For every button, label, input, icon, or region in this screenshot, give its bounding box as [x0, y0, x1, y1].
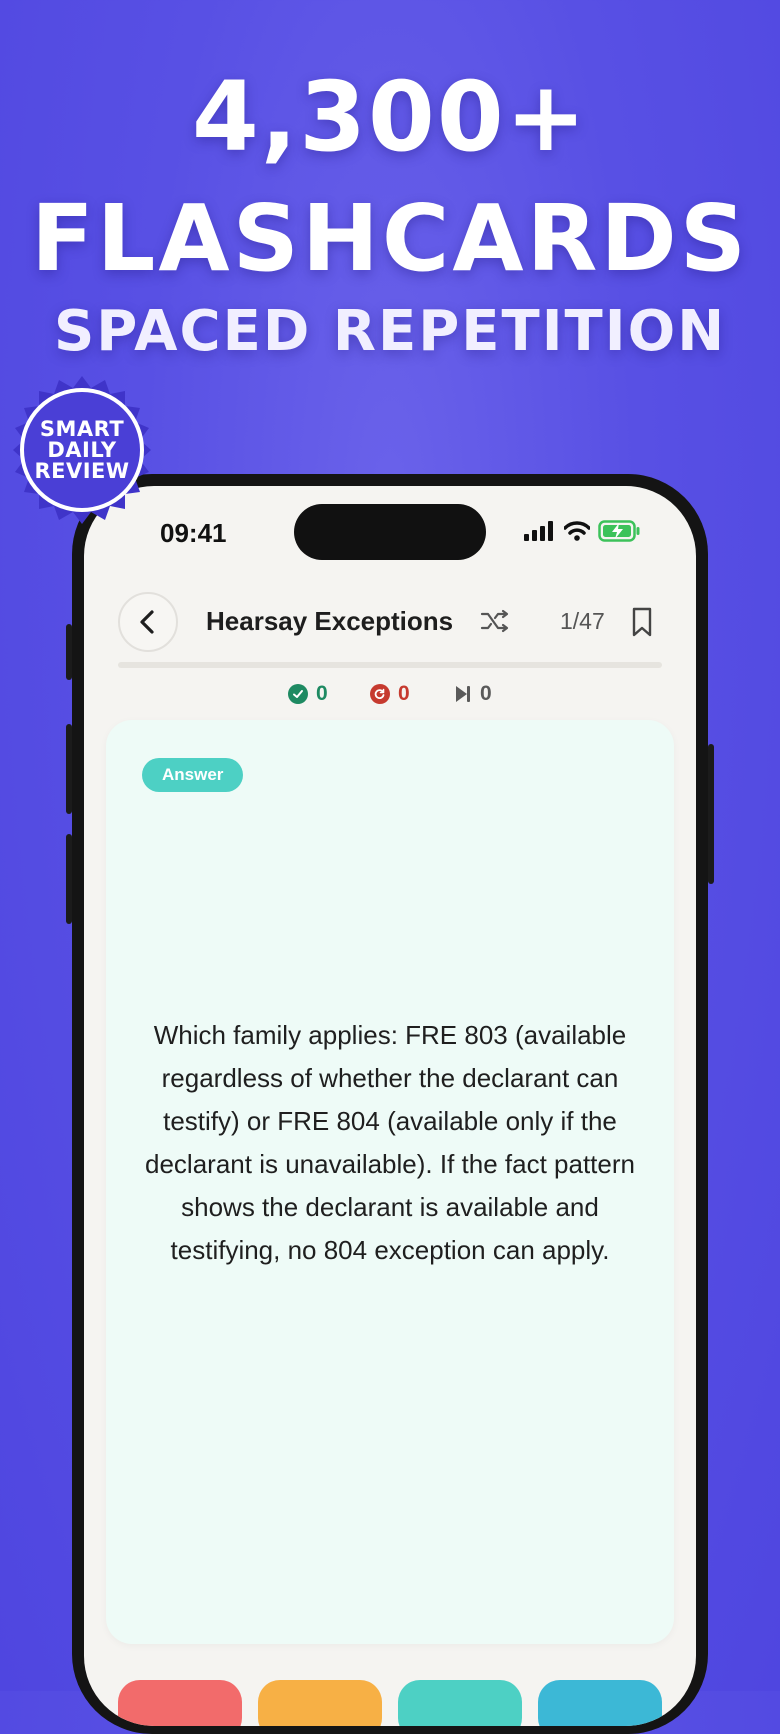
- phone-side-button: [66, 624, 72, 680]
- battery-icon: [598, 520, 640, 542]
- deck-progress-bar: [118, 662, 662, 668]
- phone-side-button: [66, 834, 72, 924]
- badge-line-review: REVIEW: [34, 458, 130, 483]
- skipped-stat: 0: [454, 682, 492, 706]
- retry-circle-icon: [370, 684, 390, 704]
- hero-headline-count: 4,300+: [191, 61, 589, 173]
- back-button[interactable]: [118, 592, 178, 652]
- correct-stat: 0: [288, 682, 328, 706]
- rating-button-hard[interactable]: [258, 1680, 382, 1726]
- hero-subheadline: SPACED REPETITION: [53, 299, 727, 364]
- phone-side-button: [66, 724, 72, 814]
- status-icons: [524, 520, 640, 542]
- card-counter: 1/47: [560, 608, 605, 634]
- back-chevron-icon: [140, 610, 154, 634]
- dynamic-island: [294, 504, 486, 560]
- phone-power-button: [708, 744, 714, 884]
- check-circle-icon: [288, 684, 308, 704]
- answer-tag: Answer: [142, 758, 244, 792]
- rating-button-good[interactable]: [398, 1680, 522, 1726]
- skipped-count: 0: [480, 682, 492, 705]
- hero-headline-flashcards: FLASHCARDS: [30, 185, 750, 292]
- correct-count: 0: [316, 682, 328, 705]
- retry-count: 0: [398, 682, 410, 705]
- badge-line-smart: SMART: [39, 416, 125, 441]
- badge-line-daily: DAILY: [47, 437, 117, 462]
- rating-button-again[interactable]: [118, 1680, 242, 1726]
- status-time: 09:41: [160, 518, 227, 548]
- flashcard-nav-bar: Hearsay Exceptions 1/47: [84, 590, 696, 654]
- skip-icon: [456, 686, 470, 702]
- flashcard[interactable]: Answer Which family applies: FRE 803 (av…: [106, 720, 674, 1644]
- rating-button-easy[interactable]: [538, 1680, 662, 1726]
- wifi-icon: [564, 521, 590, 541]
- session-stats: 0 0 0: [84, 676, 696, 710]
- flashcard-answer-text: Which family applies: FRE 803 (available…: [145, 1020, 635, 1265]
- rating-buttons: [118, 1680, 662, 1726]
- phone-screen: 09:41 Hearsay Exceptions 1/47 0 0 0 Answ…: [84, 486, 696, 1726]
- smart-daily-review-badge: SMART DAILY REVIEW: [2, 366, 162, 534]
- shuffle-icon[interactable]: [480, 608, 510, 634]
- bookmark-icon[interactable]: [630, 606, 654, 638]
- retry-stat: 0: [370, 682, 410, 706]
- signal-icon: [524, 521, 553, 541]
- deck-title: Hearsay Exceptions: [206, 606, 454, 636]
- badge-label: SMART DAILY REVIEW: [20, 388, 144, 512]
